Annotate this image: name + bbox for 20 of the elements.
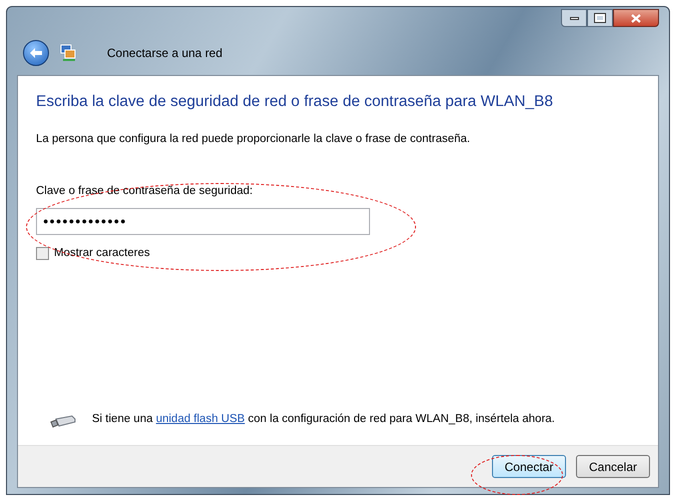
show-characters-checkbox[interactable]: Mostrar caracteres bbox=[36, 244, 644, 262]
password-label: Clave o frase de contraseña de seguridad: bbox=[36, 184, 254, 198]
usb-hint: Si tiene una unidad flash USB con la configuración de red para WLAN_B8, insértela ahora. bbox=[92, 412, 556, 427]
close-button[interactable] bbox=[613, 9, 659, 27]
back-arrow-icon bbox=[29, 47, 43, 59]
password-field[interactable]: ●●●●●●●●●●●●● bbox=[36, 208, 370, 235]
maximize-icon bbox=[595, 14, 605, 22]
usb-flash-link[interactable]: unidad flash USB bbox=[156, 413, 245, 425]
description: La persona que configura la red puede proporcionarle la clave o frase de contraseña. bbox=[36, 132, 472, 148]
back-button[interactable] bbox=[23, 40, 49, 66]
usb-drive-icon bbox=[50, 415, 76, 429]
minimize-button[interactable] bbox=[561, 9, 587, 27]
window-title: Conectarse a una red bbox=[107, 45, 222, 62]
dialog-button[interactable]: Conectar bbox=[492, 455, 566, 478]
minimize-icon bbox=[570, 16, 578, 20]
heading: Escriba la clave de seguridad de red o frase de contraseña para WLAN_B8 bbox=[36, 92, 554, 112]
maximize-button[interactable] bbox=[587, 9, 613, 27]
dialog-button[interactable]: Cancelar bbox=[576, 455, 650, 478]
close-icon bbox=[631, 14, 641, 22]
network-icon bbox=[59, 44, 77, 62]
